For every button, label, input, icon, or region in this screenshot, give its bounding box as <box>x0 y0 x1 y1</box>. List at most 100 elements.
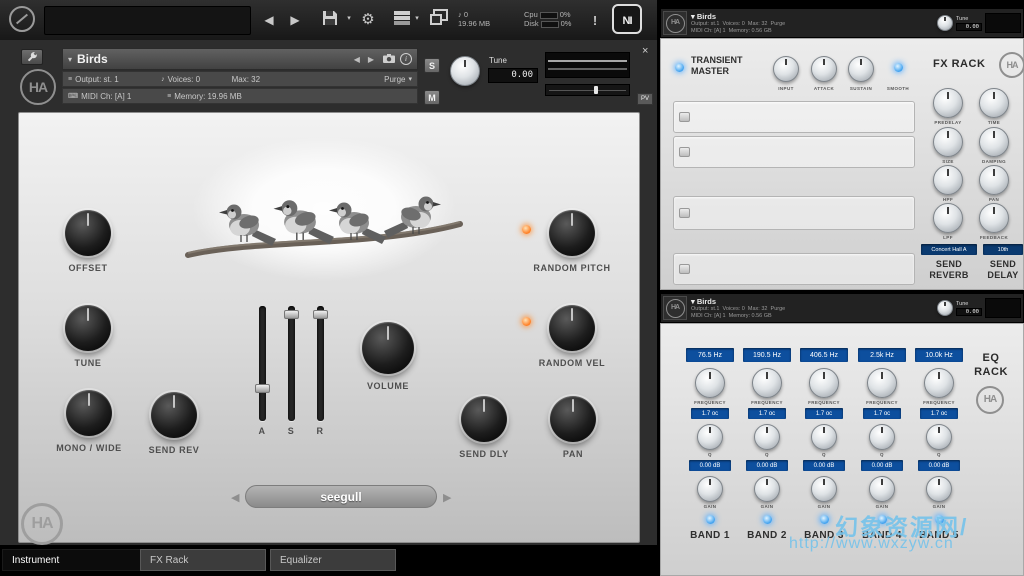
band1-bandwidth-display[interactable]: 1.7 oc <box>691 408 729 419</box>
collapse-icon[interactable]: ▾ <box>68 55 72 64</box>
output-fader[interactable] <box>545 84 630 96</box>
band5-q-knob[interactable] <box>926 424 952 450</box>
band1-frequency-knob[interactable] <box>695 368 725 398</box>
instrument-title-bar[interactable]: ▾ Birds ◀ ▶ i <box>62 48 418 70</box>
pan-knob[interactable] <box>550 396 596 442</box>
reverb-preset-select[interactable]: Concert Hall A <box>921 244 977 255</box>
sample-selector[interactable]: seegull <box>245 485 437 508</box>
delay-preset-select[interactable]: 10th <box>983 244 1023 255</box>
band1-enable-led[interactable] <box>706 515 715 524</box>
prev-instrument-icon[interactable]: ◀ <box>354 55 360 64</box>
purge-menu[interactable]: Purge <box>384 75 405 84</box>
band2-gain-display[interactable]: 0.00 dB <box>746 460 788 471</box>
next-instrument-icon[interactable]: ▶ <box>368 55 374 64</box>
offset-knob[interactable] <box>65 210 111 256</box>
band4-frequency-knob[interactable] <box>867 368 897 398</box>
time-knob[interactable] <box>979 88 1009 118</box>
band5-bandwidth-display[interactable]: 1.7 oc <box>920 408 958 419</box>
fx-pan-knob[interactable] <box>979 165 1009 195</box>
solo-button[interactable]: S <box>424 58 440 73</box>
tune-knob[interactable] <box>65 305 111 351</box>
random-pitch-knob[interactable] <box>549 210 595 256</box>
env-release-slider[interactable] <box>317 306 324 421</box>
pv-button[interactable]: PV <box>637 93 653 105</box>
purge-dropdown-icon[interactable]: ▾ <box>408 75 412 83</box>
damping-knob[interactable] <box>979 127 1009 157</box>
band1-q-knob[interactable] <box>697 424 723 450</box>
window-layout-icon[interactable] <box>430 9 448 30</box>
info-icon[interactable]: i <box>400 53 412 65</box>
output-select[interactable]: Output: st. 1 <box>75 75 161 84</box>
fx-slot-1-handle[interactable] <box>679 112 690 122</box>
band3-gain-display[interactable]: 0.00 dB <box>803 460 845 471</box>
band2-bandwidth-display[interactable]: 1.7 oc <box>748 408 786 419</box>
mute-button[interactable]: M <box>424 90 440 105</box>
band5-freq-display[interactable]: 10.0k Hz <box>915 348 963 362</box>
band3-bandwidth-display[interactable]: 1.7 oc <box>805 408 843 419</box>
fx-slot-2-handle[interactable] <box>679 147 690 157</box>
fx-slot-4[interactable] <box>673 253 915 285</box>
band1-gain-knob[interactable] <box>697 476 723 502</box>
master-tune-knob[interactable] <box>450 56 480 86</box>
tab-instrument[interactable]: Instrument <box>2 549 148 571</box>
band4-enable-led[interactable] <box>878 515 887 524</box>
random-pitch-led[interactable] <box>522 225 531 234</box>
band4-q-knob[interactable] <box>869 424 895 450</box>
mini-tune-value[interactable]: 0.00 <box>956 308 982 316</box>
band5-frequency-knob[interactable] <box>924 368 954 398</box>
band3-q-knob[interactable] <box>811 424 837 450</box>
alert-icon[interactable]: ! <box>589 9 601 33</box>
rack-view-icon[interactable] <box>394 11 410 30</box>
band2-frequency-knob[interactable] <box>752 368 782 398</box>
fx-mini-header[interactable]: HA ▾ Birds Output: st.1 Voices: 0 Max: 3… <box>660 8 1024 38</box>
size-knob[interactable] <box>933 127 963 157</box>
band4-gain-knob[interactable] <box>869 476 895 502</box>
mini-tune-knob[interactable] <box>937 300 953 316</box>
volume-knob[interactable] <box>362 322 414 374</box>
env-attack-handle[interactable] <box>255 384 270 393</box>
band4-gain-display[interactable]: 0.00 dB <box>861 460 903 471</box>
band3-gain-knob[interactable] <box>811 476 837 502</box>
fx-slot-3[interactable] <box>673 196 915 230</box>
random-vel-led[interactable] <box>522 317 531 326</box>
send-rev-knob[interactable] <box>151 392 197 438</box>
env-attack-slider[interactable] <box>259 306 266 421</box>
transient-attack-knob[interactable] <box>811 56 837 82</box>
band1-gain-display[interactable]: 0.00 dB <box>689 460 731 471</box>
band4-bandwidth-display[interactable]: 1.7 oc <box>863 408 901 419</box>
mini-collapse-icon[interactable]: ▾ <box>691 297 695 306</box>
midi-channel-select[interactable]: MIDI Ch: [A] 1 <box>81 92 167 101</box>
fx-slot-2[interactable] <box>673 136 915 168</box>
gear-icon[interactable]: ⚙ <box>358 8 378 32</box>
browse-prev-button[interactable]: ◀ <box>258 8 280 32</box>
feedback-knob[interactable] <box>979 203 1009 233</box>
mono-wide-knob[interactable] <box>66 390 112 436</box>
fx-slot-1[interactable] <box>673 101 915 133</box>
close-icon[interactable]: × <box>642 45 648 57</box>
save-dropdown-icon[interactable]: ▾ <box>344 7 354 31</box>
ni-logo[interactable]: NI <box>612 4 642 34</box>
band5-gain-knob[interactable] <box>926 476 952 502</box>
band3-frequency-knob[interactable] <box>809 368 839 398</box>
band5-enable-led[interactable] <box>935 515 944 524</box>
transient-sustain-knob[interactable] <box>848 56 874 82</box>
band3-enable-led[interactable] <box>820 515 829 524</box>
tune-value-display[interactable]: 0.00 <box>488 68 538 83</box>
fx-slot-3-handle[interactable] <box>679 208 690 218</box>
mini-collapse-icon[interactable]: ▾ <box>691 12 695 21</box>
smooth-led[interactable] <box>894 63 903 72</box>
output-menu-icon[interactable]: ≡ <box>68 76 72 83</box>
tab-equalizer[interactable]: Equalizer <box>270 549 396 571</box>
kontakt-logo-icon[interactable] <box>9 6 35 32</box>
snapshot-camera-icon[interactable] <box>383 50 395 68</box>
predelay-knob[interactable] <box>933 88 963 118</box>
band3-freq-display[interactable]: 406.5 Hz <box>800 348 848 362</box>
transient-power-led[interactable] <box>675 63 684 72</box>
band2-freq-display[interactable]: 190.5 Hz <box>743 348 791 362</box>
wrench-icon[interactable] <box>21 49 43 65</box>
band2-gain-knob[interactable] <box>754 476 780 502</box>
band5-gain-display[interactable]: 0.00 dB <box>918 460 960 471</box>
eq-mini-header[interactable]: HA ▾ Birds Output: st.1 Voices: 0 Max: 3… <box>660 293 1024 323</box>
band1-freq-display[interactable]: 76.5 Hz <box>686 348 734 362</box>
save-icon[interactable] <box>322 10 338 31</box>
